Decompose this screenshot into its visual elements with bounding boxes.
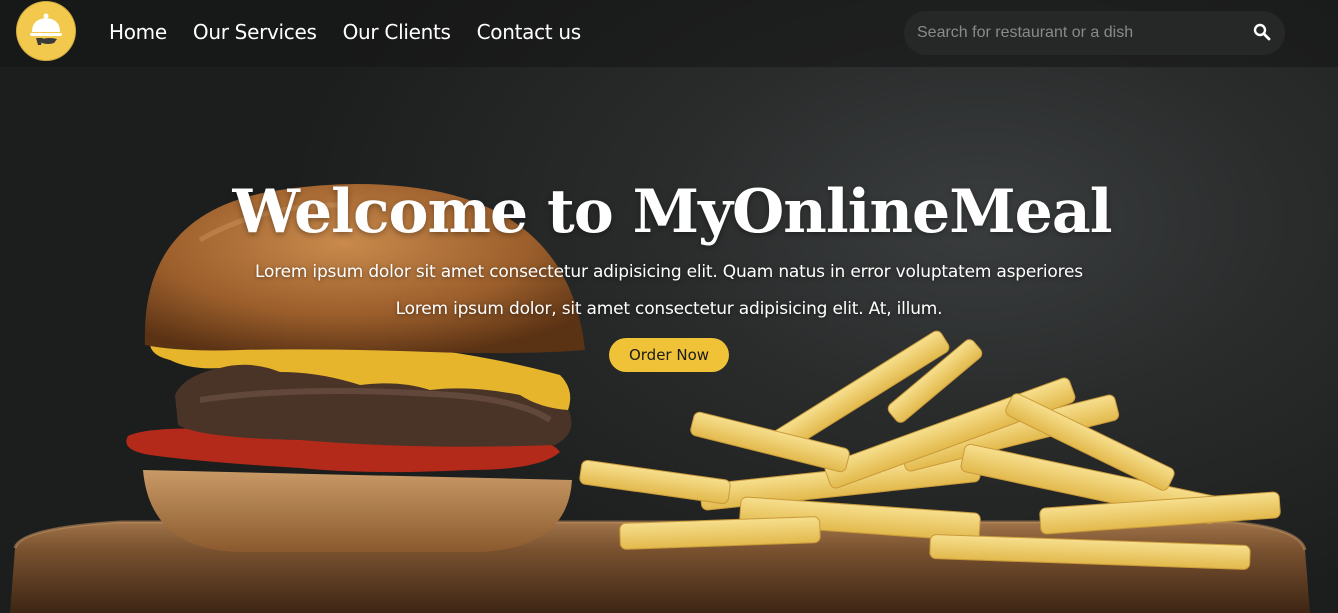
hero-description-line-1: Lorem ipsum dolor sit amet consectetur a… [255,262,1083,282]
nav-link-contact-us[interactable]: Contact us [477,18,582,46]
hero-title: Welcome to MyOnlineMeal [232,177,1113,247]
order-now-button[interactable]: Order Now [609,338,729,372]
top-navbar: Home Our Services Our Clients Contact us [0,0,1338,67]
landing-page: Home Our Services Our Clients Contact us… [0,0,1338,613]
logo[interactable] [16,1,76,61]
main-nav: Home Our Services Our Clients Contact us [109,18,607,46]
nav-link-our-clients[interactable]: Our Clients [343,18,451,46]
search-input[interactable] [917,22,1237,44]
nav-link-home[interactable]: Home [109,18,167,46]
hero-description-line-2: Lorem ipsum dolor, sit amet consectetur … [395,299,943,319]
hero-section: Welcome to MyOnlineMeal Lorem ipsum dolo… [0,170,1338,372]
search-bar [904,11,1285,55]
nav-link-our-services[interactable]: Our Services [193,18,317,46]
search-icon[interactable] [1253,23,1271,41]
cloche-serving-icon [30,13,62,45]
